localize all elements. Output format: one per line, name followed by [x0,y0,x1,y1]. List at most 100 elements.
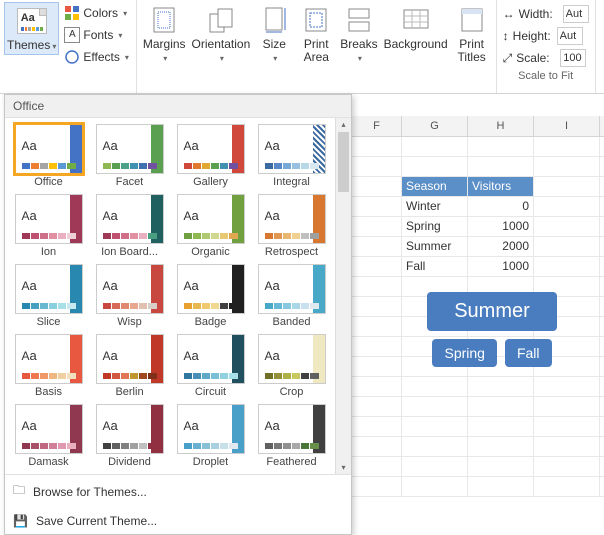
cell[interactable] [468,157,534,176]
cell[interactable] [468,137,534,156]
cell[interactable] [352,297,402,316]
theme-organic[interactable]: AaOrganic [171,192,250,260]
cell[interactable] [352,417,402,436]
theme-dividend[interactable]: AaDividend [90,402,169,470]
printarea-button[interactable]: Print Area [296,2,336,66]
cell[interactable] [402,417,468,436]
cell[interactable] [402,457,468,476]
col-header[interactable]: F [352,116,402,136]
theme-badge[interactable]: AaBadge [171,262,250,330]
scale-input[interactable] [560,49,586,67]
width-input[interactable] [563,5,589,23]
cell[interactable] [468,417,534,436]
cell[interactable] [402,137,468,156]
cell[interactable] [352,397,402,416]
cell[interactable] [534,257,600,276]
cell[interactable] [352,197,402,216]
cell[interactable]: Season [402,177,468,196]
cell[interactable] [534,177,600,196]
fonts-button[interactable]: AFonts▾ [61,24,131,46]
cell[interactable] [534,397,600,416]
theme-feathered[interactable]: AaFeathered [252,402,331,470]
height-input[interactable] [557,27,583,45]
printtitles-button[interactable]: Print Titles [452,2,492,66]
cell[interactable] [468,457,534,476]
cell[interactable]: Spring [402,217,468,236]
cell[interactable] [352,377,402,396]
cell[interactable] [352,477,402,496]
save-theme[interactable]: 💾Save Current Theme... [5,508,351,534]
cell[interactable] [534,197,600,216]
theme-berlin[interactable]: AaBerlin [90,332,169,400]
theme-basis[interactable]: AaBasis [9,332,88,400]
smartart-node-a[interactable]: Spring [432,339,496,367]
theme-damask[interactable]: AaDamask [9,402,88,470]
cell[interactable] [534,137,600,156]
margins-button[interactable]: Margins▾ [141,2,188,66]
effects-button[interactable]: Effects▾ [61,46,131,68]
smartart-node-b[interactable]: Fall [505,339,552,367]
gallery-scrollbar[interactable]: ▴▾ [335,118,351,474]
cell[interactable] [402,437,468,456]
theme-banded[interactable]: AaBanded [252,262,331,330]
cell[interactable] [352,237,402,256]
browse-themes[interactable]: 🗀Browse for Themes... [5,475,351,508]
cell[interactable] [402,477,468,496]
cell[interactable] [352,257,402,276]
cell[interactable] [352,337,402,356]
cell[interactable] [534,477,600,496]
theme-wisp[interactable]: AaWisp [90,262,169,330]
cell[interactable]: 1000 [468,257,534,276]
theme-office[interactable]: AaOffice [9,122,88,190]
smartart-node-big[interactable]: Summer [427,292,557,331]
theme-facet[interactable]: AaFacet [90,122,169,190]
cell[interactable]: 2000 [468,237,534,256]
orientation-button[interactable]: Orientation▾ [190,2,253,66]
theme-integral[interactable]: AaIntegral [252,122,331,190]
col-header[interactable]: H [468,116,534,136]
cell[interactable]: Summer [402,237,468,256]
cell[interactable] [352,157,402,176]
cell[interactable]: 0 [468,197,534,216]
breaks-button[interactable]: Breaks▾ [338,2,379,66]
cell[interactable] [468,477,534,496]
theme-slice[interactable]: AaSlice [9,262,88,330]
cell[interactable] [352,317,402,336]
col-header[interactable]: I [534,116,600,136]
cell[interactable] [534,457,600,476]
cell[interactable] [534,437,600,456]
theme-gallery[interactable]: AaGallery [171,122,250,190]
smartart[interactable]: Summer Spring Fall [412,292,572,367]
cell[interactable] [534,157,600,176]
theme-ionboard[interactable]: AaIon Board... [90,192,169,260]
cell[interactable] [534,217,600,236]
theme-crop[interactable]: AaCrop [252,332,331,400]
cell[interactable] [352,177,402,196]
cell[interactable]: Visitors [468,177,534,196]
cell[interactable] [352,357,402,376]
theme-droplet[interactable]: AaDroplet [171,402,250,470]
cell[interactable] [534,237,600,256]
col-header[interactable]: G [402,116,468,136]
cell[interactable] [352,437,402,456]
cell[interactable] [352,217,402,236]
theme-retrospect[interactable]: AaRetrospect [252,192,331,260]
cell[interactable] [468,437,534,456]
cell[interactable] [534,377,600,396]
cell[interactable] [534,417,600,436]
cell[interactable] [402,377,468,396]
size-button[interactable]: Size▾ [254,2,294,66]
cell[interactable] [468,397,534,416]
cell[interactable] [352,277,402,296]
cell[interactable]: Fall [402,257,468,276]
background-button[interactable]: Background [382,2,450,53]
theme-circuit[interactable]: AaCircuit [171,332,250,400]
colors-button[interactable]: Colors▾ [61,2,131,24]
cell[interactable] [468,377,534,396]
theme-ion[interactable]: AaIon [9,192,88,260]
themes-button[interactable]: Aa Themes▾ [4,2,59,55]
cell[interactable] [402,157,468,176]
cell[interactable]: 1000 [468,217,534,236]
cell[interactable] [352,457,402,476]
cell[interactable] [402,397,468,416]
